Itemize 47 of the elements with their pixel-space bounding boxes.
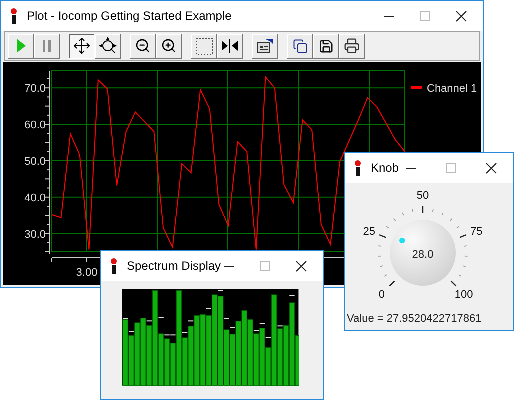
close-icon[interactable]	[296, 260, 307, 272]
app-icon	[110, 258, 118, 274]
zoom-icon	[99, 37, 117, 55]
scale-label: 25	[363, 226, 376, 238]
play-icon	[16, 39, 26, 53]
dashed-square-icon	[196, 38, 212, 54]
scale-label: 0	[378, 289, 386, 301]
legend-swatch	[411, 86, 422, 89]
legend-label: Channel 1	[427, 83, 478, 95]
print-button[interactable]	[339, 34, 365, 58]
pause-icon	[43, 40, 51, 52]
window-title: Knob	[371, 160, 400, 177]
app-icon	[10, 8, 18, 24]
select-button[interactable]	[191, 34, 217, 58]
axis-label: 60.0	[24, 120, 46, 132]
axis-label: 70.0	[24, 83, 46, 96]
properties-icon	[256, 38, 274, 54]
axis-label: 3.00	[76, 267, 98, 279]
save-icon	[318, 38, 334, 54]
scale-label: 75	[470, 226, 483, 238]
save-button[interactable]	[313, 34, 339, 58]
cursor-icon	[222, 39, 238, 53]
properties-button[interactable]	[252, 34, 278, 58]
printer-icon	[344, 38, 360, 54]
play-button[interactable]	[8, 34, 34, 58]
close-icon[interactable]	[486, 162, 497, 174]
axis-label: 50.0	[24, 156, 46, 168]
copy-button[interactable]	[287, 34, 313, 58]
pan-button[interactable]	[69, 34, 95, 58]
cursor-button[interactable]	[217, 34, 243, 58]
move-icon	[73, 37, 91, 55]
knob-value: 28.0	[412, 249, 434, 261]
scale-label: 100	[454, 289, 474, 301]
close-icon[interactable]	[456, 10, 467, 22]
zoom-out-button[interactable]	[130, 34, 156, 58]
window-title: Plot - Iocomp Getting Started Example	[27, 8, 232, 25]
zoom-in-button[interactable]	[156, 34, 182, 58]
zoom-box-button[interactable]	[95, 34, 121, 58]
axis-label: 30.0	[24, 228, 46, 241]
app-icon	[354, 160, 362, 176]
zoom-out-icon	[135, 38, 151, 54]
window-title: Spectrum Display	[127, 258, 222, 275]
copy-icon	[292, 38, 308, 54]
scale-label: 50	[416, 190, 430, 202]
zoom-in-icon	[161, 38, 177, 54]
value-label: Value = 27.9520422717861	[346, 312, 483, 327]
axis-label: 40.0	[24, 192, 46, 204]
